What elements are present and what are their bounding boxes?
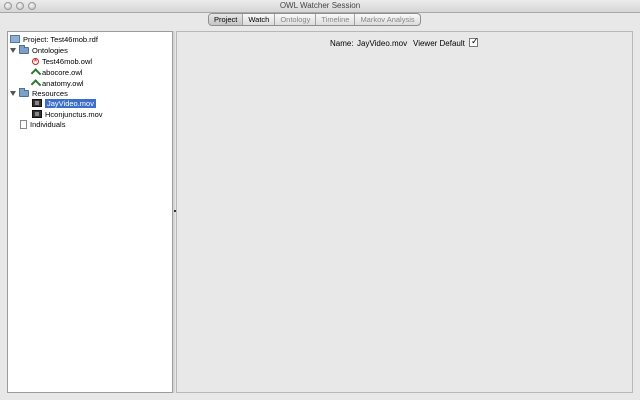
tree-node-ontology-item[interactable]: × Test46mob.owl xyxy=(32,56,92,66)
tree-node-label: Individuals xyxy=(30,119,66,129)
tree-node-label: Hconjunctus.mov xyxy=(45,109,103,119)
tree-node-label: abocore.owl xyxy=(42,67,83,77)
disclosure-triangle-icon[interactable] xyxy=(10,47,16,53)
tree-node-ontology-item[interactable]: anatomy.owl xyxy=(32,78,84,88)
tree-node-label: Ontologies xyxy=(32,45,68,55)
disclosure-triangle-icon[interactable] xyxy=(10,90,16,96)
tab-watch[interactable]: Watch xyxy=(243,14,276,25)
name-label: Name: xyxy=(330,39,354,48)
folder-icon xyxy=(19,44,29,54)
tree-node-resource-item[interactable]: JayVideo.mov xyxy=(32,98,96,108)
project-tree-panel: Project: Test46mob.rdf Ontologies × Test… xyxy=(7,31,173,393)
folder-icon xyxy=(19,87,29,97)
owl-icon xyxy=(32,80,39,87)
split-pane-divider[interactable] xyxy=(173,31,175,393)
tree-node-resources[interactable]: Resources xyxy=(10,87,68,98)
movie-icon xyxy=(32,110,42,118)
tree-node-individuals[interactable]: Individuals xyxy=(20,119,65,129)
app-window: OWL Watcher Session Project Watch Ontolo… xyxy=(0,0,640,400)
tree-node-label-selected: JayVideo.mov xyxy=(45,98,96,108)
movie-icon xyxy=(32,99,42,107)
tab-ontology[interactable]: Ontology xyxy=(275,14,317,25)
details-panel xyxy=(176,31,633,393)
tab-markov-analysis[interactable]: Markov Analysis xyxy=(355,14,419,25)
viewer-default-checkbox[interactable]: ✓ xyxy=(469,36,479,47)
tree-node-project[interactable]: Project: Test46mob.rdf xyxy=(10,34,98,44)
error-icon: × xyxy=(32,57,39,65)
tree-node-label: Resources xyxy=(32,88,68,98)
owl-icon xyxy=(32,69,39,76)
window-title: OWL Watcher Session xyxy=(279,1,361,10)
tree-node-resource-item[interactable]: Hconjunctus.mov xyxy=(32,109,103,119)
tree-node-label: Test46mob.owl xyxy=(42,56,93,66)
tab-timeline[interactable]: Timeline xyxy=(316,14,356,25)
tab-bar: Project Watch Ontology Timeline Markov A… xyxy=(208,13,421,26)
viewer-default-label: Viewer Default xyxy=(413,39,465,48)
tab-project[interactable]: Project xyxy=(209,14,244,25)
tree-node-label: anatomy.owl xyxy=(42,78,84,88)
title-bar: OWL Watcher Session xyxy=(0,0,640,13)
checkmark-icon: ✓ xyxy=(471,36,479,46)
tree-node-ontology-item[interactable]: abocore.owl xyxy=(32,67,82,77)
document-icon xyxy=(20,119,27,129)
name-value: JayVideo.mov xyxy=(357,39,408,48)
tree-node-ontologies[interactable]: Ontologies xyxy=(10,44,68,55)
tree-node-label: Project: Test46mob.rdf xyxy=(23,34,98,44)
project-icon xyxy=(10,35,20,43)
